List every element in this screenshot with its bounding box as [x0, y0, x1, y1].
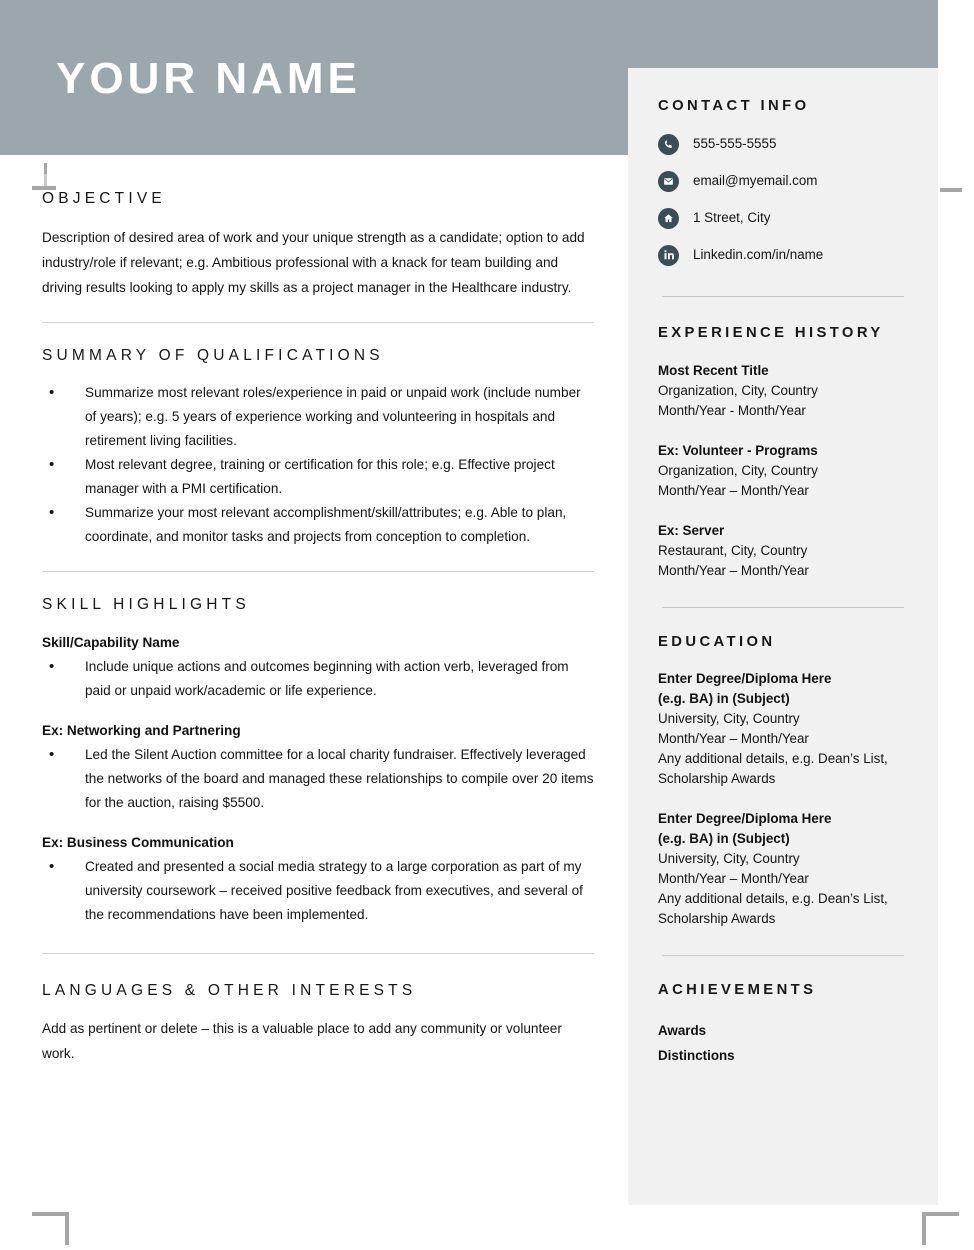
skills-heading: SKILL HIGHLIGHTS: [42, 596, 250, 614]
experience-history-heading: EXPERIENCE HISTORY: [658, 324, 884, 341]
experience-entry-dates: Month/Year – Month/Year: [658, 482, 809, 498]
divider-summary: [42, 571, 594, 573]
languages-text: Add as pertinent or delete – this is a v…: [42, 1021, 562, 1062]
list-item: Created and presented a social media str…: [42, 855, 594, 927]
phone-icon: [658, 133, 679, 155]
contact-address-value: 1 Street, City: [693, 210, 771, 226]
linkedin-icon: [658, 244, 679, 266]
divider-skills: [42, 952, 594, 954]
divider-contact: [662, 295, 904, 297]
education-entry: Enter Degree/Diploma Here (e.g. BA) in (…: [658, 809, 910, 929]
achievement-item: Awards: [658, 1023, 707, 1038]
list-item: Most relevant degree, training or certif…: [42, 453, 594, 501]
summary-heading: SUMMARY OF QUALIFICATIONS: [42, 346, 384, 364]
contact-linkedin-value: Linkedin.com/in/name: [693, 247, 824, 263]
objective-text: Description of desired area of work and …: [42, 229, 585, 295]
education-degree-line-1: Enter Degree/Diploma Here: [658, 671, 832, 687]
skill-block-heading: Skill/Capability Name: [42, 634, 180, 650]
section-languages-interests: LANGUAGES & OTHER INTERESTS Add as perti…: [42, 982, 594, 1067]
education-entry: Enter Degree/Diploma Here (e.g. BA) in (…: [658, 669, 910, 789]
education-details-line-2: Scholarship Awards: [658, 771, 776, 787]
achievement-item: Distinctions: [658, 1048, 735, 1063]
skill-bullet-list: Led the Silent Auction committee for a l…: [42, 743, 594, 815]
education-degree-line-2: (e.g. BA) in (Subject): [658, 831, 790, 847]
divider-objective: [42, 321, 594, 323]
summary-bullet-list: Summarize most relevant roles/experience…: [42, 381, 594, 549]
resume-page: YOUR NAME OBJECTIVE Description of desir…: [0, 0, 974, 1250]
experience-entry-title: Ex: Server: [658, 522, 725, 538]
skill-block-heading: Ex: Business Communication: [42, 834, 234, 850]
experience-entry-org: Organization, City, Country: [658, 382, 818, 398]
education-dates: Month/Year – Month/Year: [658, 731, 809, 747]
contact-email-value: email@myemail.com: [693, 173, 818, 189]
skill-block: Skill/Capability Name Include unique act…: [42, 631, 594, 703]
objective-heading: OBJECTIVE: [42, 190, 166, 207]
skill-block-heading: Ex: Networking and Partnering: [42, 722, 241, 738]
education-school: University, City, Country: [658, 851, 800, 867]
skill-block: Ex: Business Communication Created and p…: [42, 831, 594, 927]
page-title: YOUR NAME: [56, 54, 361, 103]
experience-entry-title: Ex: Volunteer - Programs: [658, 442, 818, 458]
achievements-heading: ACHIEVEMENTS: [658, 982, 817, 999]
envelope-icon: [658, 170, 679, 192]
crop-mark-top-left-tick-2: [44, 174, 47, 186]
section-skill-highlights: SKILL HIGHLIGHTS Skill/Capability Name I…: [42, 596, 594, 927]
list-item: Include unique actions and outcomes begi…: [42, 655, 594, 703]
experience-entry-dates: Month/Year - Month/Year: [658, 402, 806, 418]
crop-mark-bottom-left-horizontal: [32, 1212, 69, 1216]
contact-row-linkedin[interactable]: Linkedin.com/in/name: [658, 244, 910, 266]
education-details-line-1: Any additional details, e.g. Dean’s List…: [658, 751, 888, 767]
contact-phone-value: 555-555-5555: [693, 136, 777, 152]
experience-entry-org: Restaurant, City, Country: [658, 542, 808, 558]
education-details-line-2: Scholarship Awards: [658, 911, 776, 927]
home-icon: [658, 207, 679, 229]
education-details-line-1: Any additional details, e.g. Dean’s List…: [658, 891, 888, 907]
skill-bullet-list: Created and presented a social media str…: [42, 855, 594, 927]
education-heading: EDUCATION: [658, 633, 776, 650]
main-column: OBJECTIVE Description of desired area of…: [42, 190, 594, 1066]
sidebar: CONTACT INFO 555-555-5555 email@myemail.…: [628, 68, 938, 1205]
experience-entry-title: Most Recent Title: [658, 362, 769, 378]
education-degree-line-1: Enter Degree/Diploma Here: [658, 811, 832, 827]
divider-experience: [662, 606, 904, 608]
experience-entry: Most Recent Title Organization, City, Co…: [658, 361, 910, 421]
section-summary-of-qualifications: SUMMARY OF QUALIFICATIONS Summarize most…: [42, 347, 594, 550]
contact-info-heading: CONTACT INFO: [658, 98, 810, 114]
skill-bullet-list: Include unique actions and outcomes begi…: [42, 655, 594, 703]
list-item: Led the Silent Auction committee for a l…: [42, 743, 594, 815]
crop-mark-bottom-right-vertical: [922, 1212, 926, 1245]
education-school: University, City, Country: [658, 711, 800, 727]
skill-block: Ex: Networking and Partnering Led the Si…: [42, 719, 594, 815]
divider-education: [662, 955, 904, 957]
contact-row-email[interactable]: email@myemail.com: [658, 170, 910, 192]
contact-row-phone[interactable]: 555-555-5555: [658, 133, 910, 155]
list-item: Summarize your most relevant accomplishm…: [42, 501, 594, 549]
education-degree-line-2: (e.g. BA) in (Subject): [658, 691, 790, 707]
crop-mark-bottom-left-vertical: [65, 1212, 69, 1245]
languages-heading: LANGUAGES & OTHER INTERESTS: [42, 981, 417, 999]
section-objective: OBJECTIVE Description of desired area of…: [42, 190, 594, 300]
experience-entry-dates: Month/Year – Month/Year: [658, 562, 809, 578]
list-item: Summarize most relevant roles/experience…: [42, 381, 594, 453]
experience-entry-org: Organization, City, Country: [658, 462, 818, 478]
crop-mark-bottom-right-horizontal: [922, 1212, 959, 1216]
contact-row-address[interactable]: 1 Street, City: [658, 207, 910, 229]
crop-mark-top-right: [940, 188, 962, 192]
experience-entry: Ex: Server Restaurant, City, Country Mon…: [658, 521, 910, 581]
experience-entry: Ex: Volunteer - Programs Organization, C…: [658, 441, 910, 501]
education-dates: Month/Year – Month/Year: [658, 871, 809, 887]
crop-mark-top-left-tick: [44, 163, 47, 174]
